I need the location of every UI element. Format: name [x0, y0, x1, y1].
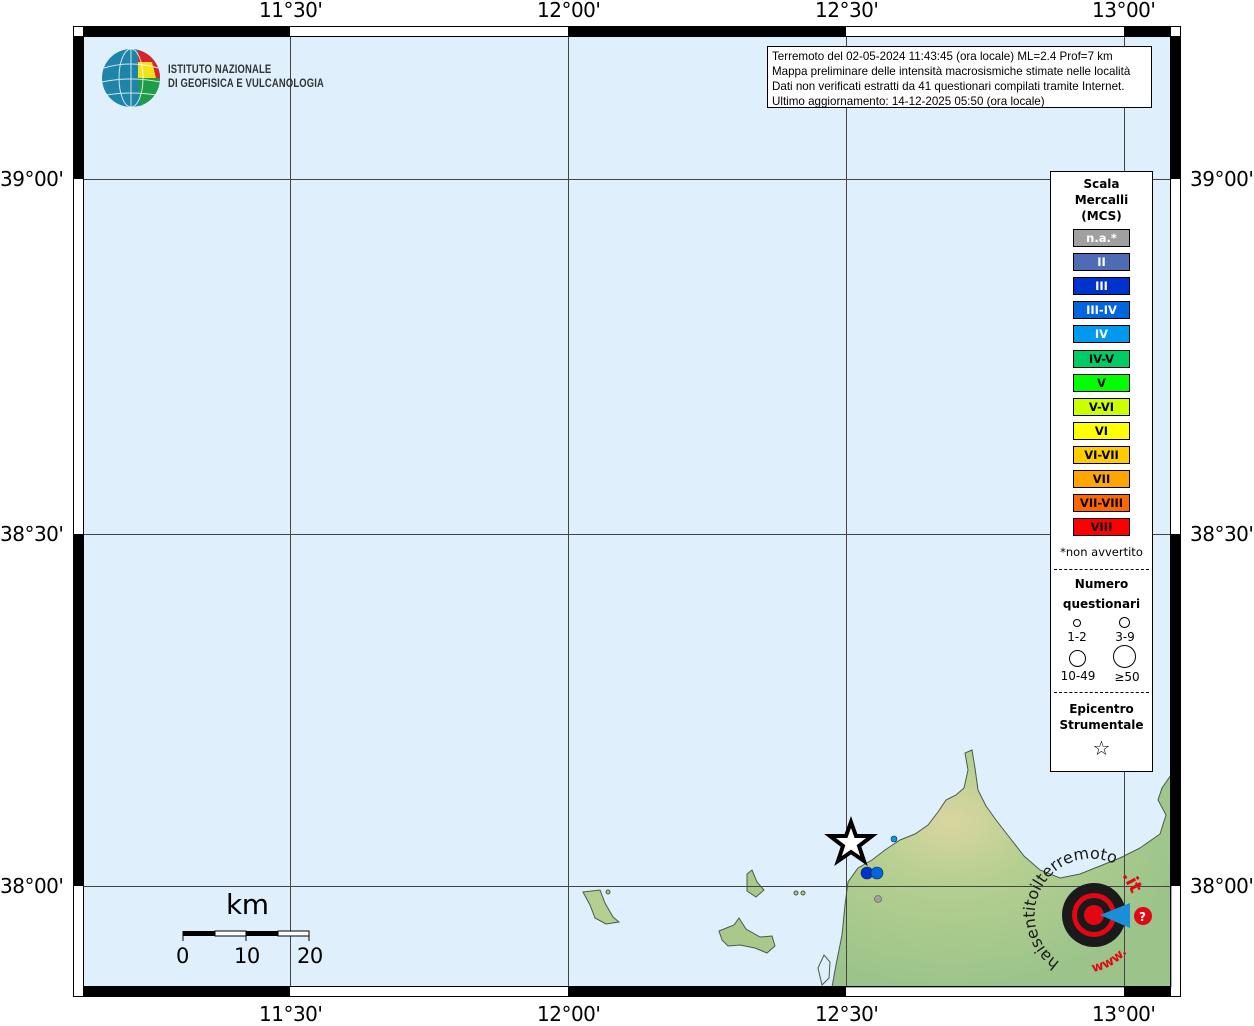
lon-label-top: 11°30' — [259, 0, 323, 22]
lat-label-left: 38°00' — [0, 874, 64, 898]
scale-tick: 0 — [176, 944, 189, 968]
intensity-swatch: V — [1073, 373, 1130, 392]
observation-point[interactable] — [874, 895, 882, 903]
intensity-swatch: VIII — [1073, 518, 1130, 537]
count-title-line: Numero — [1074, 577, 1129, 591]
count-title-line: questionari — [1062, 597, 1141, 611]
intensity-swatch: VII — [1073, 470, 1130, 488]
count-circle-large-icon — [1069, 650, 1086, 667]
scale-unit: km — [226, 888, 269, 921]
info-line: Terremoto del 02-05-2024 11:43:45 (ora l… — [772, 50, 1113, 63]
ingv-globe-logo — [101, 48, 161, 108]
legend: Scala Mercalli (MCS) n.a.* II III III-IV IV I… — [1050, 171, 1153, 772]
lat-label-left: 38°30' — [0, 522, 64, 546]
intensity-swatch: n.a.* — [1073, 229, 1130, 247]
ingv-logo-text: ISTITUTO NAZIONALE DI GEOFISICA E VULCAN… — [168, 63, 324, 91]
legend-title-line: Mercalli — [1074, 193, 1129, 207]
legend-divider — [1054, 569, 1149, 570]
count-label: 10-49 — [1060, 669, 1096, 683]
intensity-swatch: III — [1073, 277, 1130, 296]
lon-label-bottom: 13°00' — [1092, 1002, 1156, 1026]
count-circle-medium-icon — [1119, 617, 1130, 628]
count-label: ≥50 — [1114, 670, 1140, 684]
intensity-swatch: VII-VIII — [1073, 494, 1130, 513]
islet — [800, 890, 806, 896]
intensity-swatch: II — [1073, 253, 1130, 272]
info-line: Ultimo aggiornamento: 14-12-2025 05:50 (… — [772, 95, 1045, 108]
lon-label-top: 12°30' — [815, 0, 879, 22]
scale-tick: 20 — [297, 944, 323, 968]
lon-label-bottom: 12°00' — [537, 1002, 601, 1026]
islet — [793, 890, 799, 896]
count-circle-small-icon — [1073, 619, 1081, 627]
lon-label-top: 12°00' — [537, 0, 601, 22]
lon-label-bottom: 11°30' — [259, 1002, 323, 1026]
count-circle-xlarge-icon — [1113, 645, 1136, 668]
intensity-swatch: VI — [1073, 421, 1130, 440]
legend-title-line: Scala — [1083, 177, 1120, 191]
count-title: Numero questionari — [1051, 574, 1152, 614]
lat-label-left: 39°00' — [0, 167, 64, 191]
epicenter-title: Epicentro Strumentale — [1051, 701, 1152, 733]
intensity-swatch: V-VI — [1073, 397, 1130, 416]
lat-label-right: 38°00' — [1190, 874, 1254, 898]
observation-point[interactable] — [870, 866, 884, 880]
ingv-line2: DI GEOFISICA E VULCANOLOGIA — [168, 78, 325, 90]
earthquake-info-box: Terremoto del 02-05-2024 11:43:45 (ora l… — [767, 46, 1152, 108]
intensity-swatch: III-IV — [1073, 301, 1130, 320]
epicenter-title-line: Epicentro — [1069, 702, 1134, 716]
lon-label-bottom: 12°30' — [815, 1002, 879, 1026]
epicenter-title-line: Strumentale — [1059, 718, 1144, 732]
intensity-swatch: IV-V — [1073, 349, 1130, 368]
intensity-swatch: IV — [1073, 325, 1130, 344]
observation-point[interactable] — [890, 835, 898, 843]
legend-title: Scala Mercalli (MCS) — [1051, 176, 1152, 224]
islet — [605, 889, 611, 895]
lat-label-right: 39°00' — [1190, 167, 1254, 191]
intensity-swatch: VI-VII — [1073, 445, 1130, 464]
info-line: Mappa preliminare delle intensità macros… — [772, 65, 1131, 78]
lat-label-right: 38°30' — [1190, 522, 1254, 546]
legend-divider — [1054, 692, 1149, 693]
svg-text:?: ? — [1139, 910, 1146, 924]
epicenter-star-legend-icon: ☆ — [1092, 736, 1111, 760]
count-label: 3-9 — [1115, 630, 1135, 644]
legend-title-line: (MCS) — [1081, 209, 1122, 223]
legend-note: *non avvertito — [1060, 545, 1143, 559]
lon-label-top: 13°00' — [1092, 0, 1156, 22]
scale-tick: 10 — [234, 944, 260, 968]
ingv-line1: ISTITUTO NAZIONALE — [168, 64, 272, 76]
count-label: 1-2 — [1067, 630, 1087, 644]
info-line: Dati non verificati estratti da 41 quest… — [772, 80, 1125, 93]
